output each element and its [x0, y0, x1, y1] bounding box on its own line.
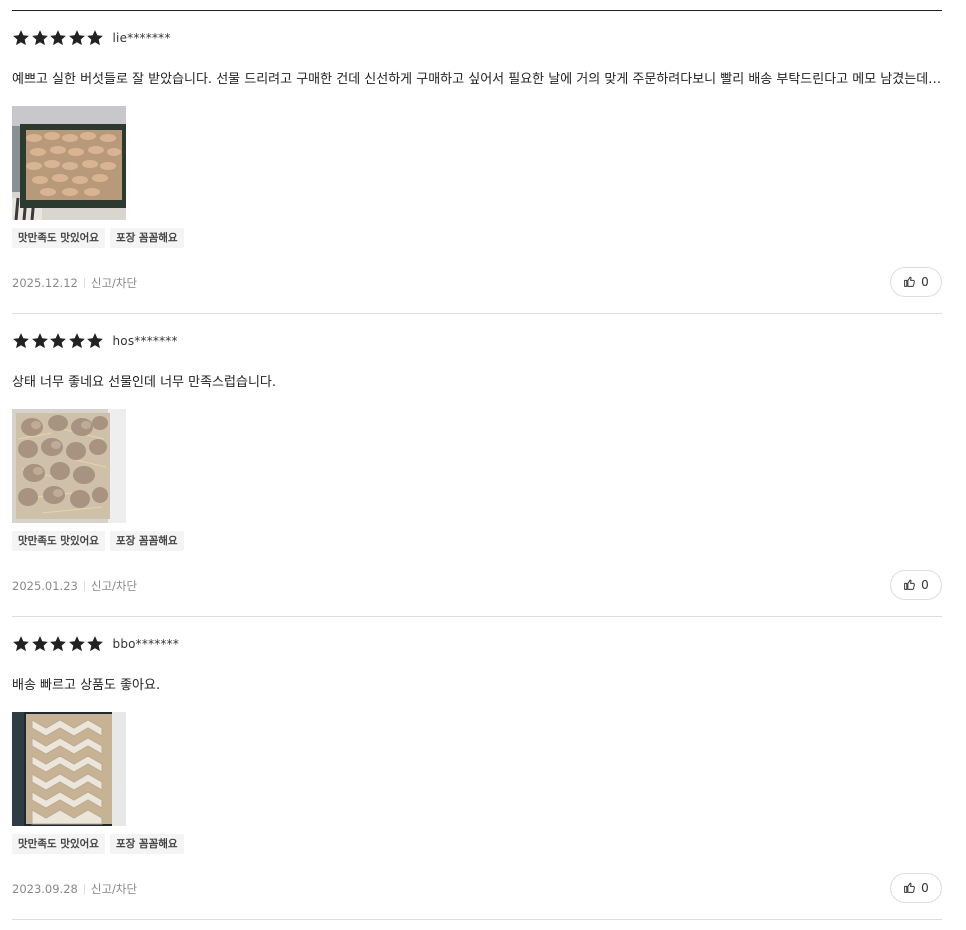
review-list: lie******* 예쁘고 실한 버섯들로 잘 받았습니다. 선물 드리려고 …	[12, 10, 942, 920]
rating-row: hos*******	[12, 330, 178, 352]
report-block-link[interactable]: 신고/차단	[91, 881, 137, 897]
thumbs-up-icon	[903, 273, 916, 292]
star-icon	[31, 332, 49, 350]
meta-divider	[83, 884, 85, 894]
review-tag: 포장 꼼꼼해요	[109, 531, 184, 551]
star-icon	[68, 635, 86, 653]
review-photo[interactable]	[12, 106, 126, 220]
thumbs-up-icon	[903, 576, 916, 595]
review-date: 2023.09.28	[12, 882, 78, 896]
meta-divider	[83, 278, 85, 288]
like-button[interactable]: 0	[890, 570, 942, 600]
review-tags: 맛만족도 맛있어요 포장 꼼꼼해요	[12, 228, 189, 248]
star-icon	[31, 635, 49, 653]
star-rating	[12, 332, 105, 350]
like-button[interactable]: 0	[890, 267, 942, 297]
star-icon	[49, 635, 67, 653]
review-item: hos******* 상태 너무 좋네요 선물인데 너무 만족스럽습니다. 맛만…	[12, 314, 942, 617]
report-block-link[interactable]: 신고/차단	[91, 578, 137, 594]
review-tag: 맛만족도 맛있어요	[12, 228, 105, 248]
like-button[interactable]: 0	[890, 873, 942, 903]
thumbs-up-icon	[903, 879, 916, 898]
review-tag: 포장 꼼꼼해요	[109, 834, 184, 854]
star-rating	[12, 29, 105, 47]
star-icon	[86, 29, 104, 47]
star-icon	[31, 29, 49, 47]
review-meta: 2023.09.28 신고/차단	[12, 881, 137, 897]
review-tag: 맛만족도 맛있어요	[12, 834, 105, 854]
like-count: 0	[921, 881, 929, 895]
report-block-link[interactable]: 신고/차단	[91, 275, 137, 291]
meta-divider	[83, 581, 85, 591]
star-icon	[86, 332, 104, 350]
star-icon	[12, 29, 30, 47]
star-icon	[68, 332, 86, 350]
review-item: lie******* 예쁘고 실한 버섯들로 잘 받았습니다. 선물 드리려고 …	[12, 11, 942, 314]
review-tags: 맛만족도 맛있어요 포장 꼼꼼해요	[12, 834, 189, 854]
review-tag: 포장 꼼꼼해요	[109, 228, 184, 248]
rating-row: bbo*******	[12, 633, 179, 655]
review-text[interactable]: 배송 빠르고 상품도 좋아요.	[12, 677, 942, 695]
star-icon	[49, 29, 67, 47]
review-item: bbo******* 배송 빠르고 상품도 좋아요. 맛만족도 맛있어요 포장 …	[12, 617, 942, 920]
reviewer-id: hos*******	[112, 334, 178, 348]
review-tags: 맛만족도 맛있어요 포장 꼼꼼해요	[12, 531, 189, 551]
star-icon	[49, 332, 67, 350]
star-icon	[12, 332, 30, 350]
review-meta: 2025.12.12 신고/차단	[12, 275, 137, 291]
reviewer-id: lie*******	[112, 31, 171, 45]
star-rating	[12, 635, 105, 653]
rating-row: lie*******	[12, 27, 171, 49]
review-date: 2025.12.12	[12, 276, 78, 290]
star-icon	[68, 29, 86, 47]
review-meta: 2025.01.23 신고/차단	[12, 578, 137, 594]
star-icon	[12, 635, 30, 653]
star-icon	[86, 635, 104, 653]
review-tag: 맛만족도 맛있어요	[12, 531, 105, 551]
review-date: 2025.01.23	[12, 579, 78, 593]
review-text[interactable]: 예쁘고 실한 버섯들로 잘 받았습니다. 선물 드리려고 구매한 건데 신선하게…	[12, 71, 942, 89]
review-photo[interactable]	[12, 712, 126, 826]
review-photo[interactable]	[12, 409, 126, 523]
review-text[interactable]: 상태 너무 좋네요 선물인데 너무 만족스럽습니다.	[12, 374, 942, 392]
reviewer-id: bbo*******	[112, 637, 180, 651]
like-count: 0	[921, 275, 929, 289]
like-count: 0	[921, 578, 929, 592]
